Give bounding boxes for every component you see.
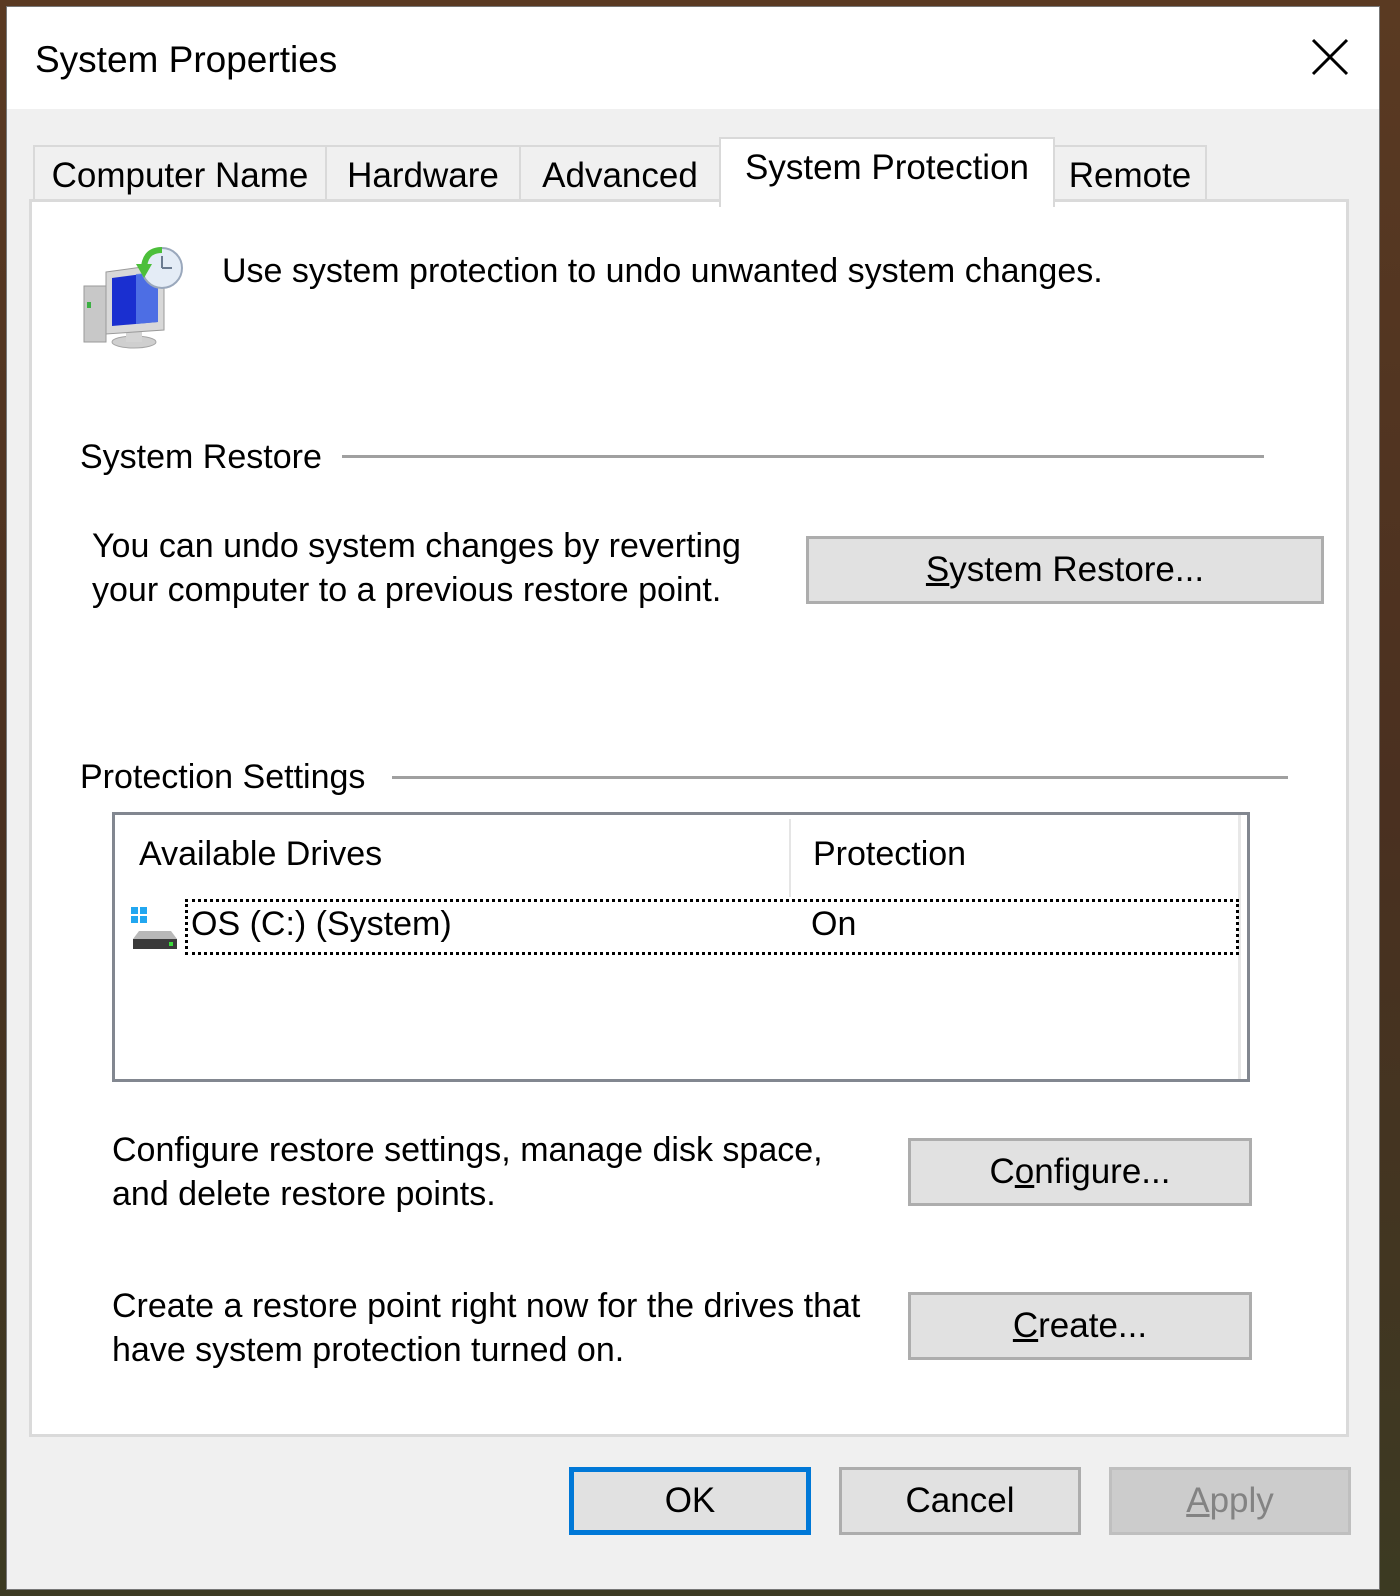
system-restore-group-label: System Restore xyxy=(80,438,336,477)
description-line: Configure restore settings, manage disk … xyxy=(112,1131,823,1169)
tab-computer-name[interactable]: Computer Name xyxy=(33,145,327,205)
drives-list[interactable]: Available Drives Protection OS (C:) (Sys… xyxy=(112,812,1250,1082)
description-line: You can undo system changes by reverting xyxy=(92,527,741,565)
ok-button[interactable]: OK xyxy=(569,1467,811,1535)
button-label: Configure... xyxy=(990,1152,1171,1192)
label-rest: reate... xyxy=(1038,1306,1148,1345)
system-restore-button[interactable]: System Restore... xyxy=(806,536,1324,604)
mnemonic: S xyxy=(925,550,950,589)
mnemonic: C xyxy=(1012,1306,1039,1345)
close-icon xyxy=(1311,38,1349,76)
tab-label: System Protection xyxy=(745,148,1029,187)
label-rest: pply xyxy=(1209,1481,1274,1520)
intro-text: Use system protection to undo unwanted s… xyxy=(222,252,1103,290)
button-label: Apply xyxy=(1186,1481,1274,1521)
group-divider xyxy=(342,455,1264,458)
label-pre: C xyxy=(989,1152,1015,1191)
tab-hardware[interactable]: Hardware xyxy=(325,145,521,205)
drive-protection-status: On xyxy=(811,905,857,943)
label-rest: ystem Restore... xyxy=(949,550,1205,589)
group-divider xyxy=(392,776,1288,779)
description-line: your computer to a previous restore poin… xyxy=(92,571,722,609)
tab-label: Remote xyxy=(1068,156,1192,195)
description-line: have system protection turned on. xyxy=(112,1331,625,1369)
tab-label: Hardware xyxy=(347,156,499,195)
tab-system-protection[interactable]: System Protection xyxy=(719,137,1055,207)
list-item[interactable]: OS (C:) (System) On xyxy=(115,899,1247,955)
configure-button[interactable]: Configure... xyxy=(908,1138,1252,1206)
button-label: Cancel xyxy=(905,1481,1015,1520)
title-bar: System Properties xyxy=(7,7,1379,109)
configure-description: Configure restore settings, manage disk … xyxy=(112,1128,823,1216)
mnemonic: A xyxy=(1186,1481,1210,1520)
tab-advanced[interactable]: Advanced xyxy=(519,145,721,205)
column-header-available-drives[interactable]: Available Drives xyxy=(139,835,382,874)
tab-remote[interactable]: Remote xyxy=(1053,145,1207,205)
label-rest: nfigure... xyxy=(1034,1152,1171,1191)
drive-name: OS (C:) (System) xyxy=(191,905,452,943)
cancel-button[interactable]: Cancel xyxy=(839,1467,1081,1535)
system-properties-window: System Properties Computer Name Hardware… xyxy=(6,6,1380,1590)
system-protection-icon xyxy=(83,247,183,349)
system-protection-panel: Use system protection to undo unwanted s… xyxy=(29,199,1349,1437)
list-header: Available Drives Protection xyxy=(115,815,1247,899)
windows-drive-icon xyxy=(131,907,177,949)
window-title: System Properties xyxy=(35,39,338,80)
protection-settings-group-label: Protection Settings xyxy=(80,758,380,797)
tab-label: Computer Name xyxy=(51,156,309,195)
button-label: OK xyxy=(664,1481,716,1520)
create-button[interactable]: Create... xyxy=(908,1292,1252,1360)
system-restore-description: You can undo system changes by reverting… xyxy=(92,524,741,612)
description-line: and delete restore points. xyxy=(112,1175,496,1213)
tab-strip: Computer Name Hardware Advanced System P… xyxy=(33,133,1233,207)
description-line: Create a restore point right now for the… xyxy=(112,1287,861,1325)
button-label: Create... xyxy=(1013,1306,1147,1346)
tab-label: Advanced xyxy=(542,156,698,195)
close-button[interactable] xyxy=(1295,29,1365,85)
mnemonic: o xyxy=(1014,1152,1035,1191)
button-label: System Restore... xyxy=(926,550,1204,590)
column-separator[interactable] xyxy=(789,819,791,897)
apply-button[interactable]: Apply xyxy=(1109,1467,1351,1535)
create-description: Create a restore point right now for the… xyxy=(112,1284,860,1372)
column-header-protection[interactable]: Protection xyxy=(813,835,966,874)
